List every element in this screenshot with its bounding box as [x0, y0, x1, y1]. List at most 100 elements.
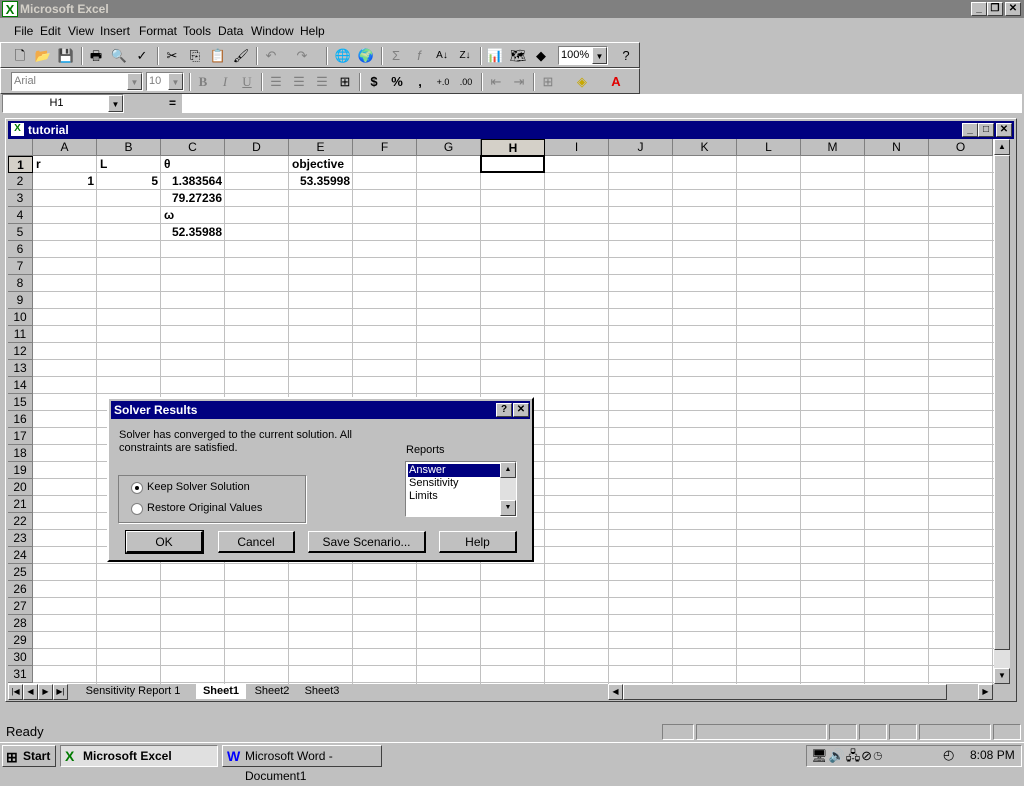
- row-header-4[interactable]: 4: [8, 207, 33, 224]
- keep-solution-radio[interactable]: [131, 482, 143, 494]
- cell-c2[interactable]: 1.383564: [164, 173, 222, 190]
- column-header-n[interactable]: N: [865, 139, 929, 156]
- row-header-2[interactable]: 2: [8, 173, 33, 190]
- row-header-28[interactable]: 28: [8, 615, 33, 632]
- web-toolbar-icon[interactable]: 🌍: [355, 46, 377, 66]
- list-scrollbar[interactable]: ▲ ▼: [500, 462, 516, 516]
- row-header-3[interactable]: 3: [8, 190, 33, 207]
- autosum-icon[interactable]: Σ: [385, 46, 407, 66]
- menu-format[interactable]: Format: [136, 23, 180, 39]
- column-header-b[interactable]: B: [97, 139, 161, 156]
- menu-data[interactable]: Data: [215, 23, 246, 39]
- row-header-26[interactable]: 26: [8, 581, 33, 598]
- copy-icon[interactable]: ⎘: [184, 46, 206, 66]
- list-scroll-up-icon[interactable]: ▲: [500, 462, 516, 478]
- column-header-j[interactable]: J: [609, 139, 673, 156]
- column-header-o[interactable]: O: [929, 139, 993, 156]
- select-all-corner[interactable]: [8, 139, 33, 156]
- format-painter-icon[interactable]: 🖌: [230, 46, 252, 66]
- column-header-m[interactable]: M: [801, 139, 865, 156]
- tab-sheet3[interactable]: Sheet3: [300, 684, 344, 699]
- menu-file[interactable]: File: [11, 23, 36, 39]
- currency-button[interactable]: $: [363, 72, 385, 92]
- menu-tools[interactable]: Tools: [180, 23, 214, 39]
- row-header-12[interactable]: 12: [8, 343, 33, 360]
- row-header-29[interactable]: 29: [8, 632, 33, 649]
- restore-values-radio[interactable]: [131, 503, 143, 515]
- column-header-i[interactable]: I: [545, 139, 609, 156]
- row-header-15[interactable]: 15: [8, 394, 33, 411]
- cell-c3[interactable]: 79.27236: [164, 190, 222, 207]
- row-header-20[interactable]: 20: [8, 479, 33, 496]
- column-header-h[interactable]: H: [481, 139, 545, 156]
- percent-button[interactable]: %: [386, 72, 408, 92]
- active-cell-selection[interactable]: [480, 155, 545, 173]
- row-header-31[interactable]: 31: [8, 666, 33, 683]
- row-header-1[interactable]: 1: [8, 156, 33, 173]
- cell-c1[interactable]: θ: [164, 156, 222, 173]
- row-header-13[interactable]: 13: [8, 360, 33, 377]
- align-center-icon[interactable]: ☰: [288, 72, 310, 92]
- redo-icon[interactable]: ↷: [291, 46, 313, 66]
- help-icon[interactable]: ?: [496, 403, 512, 417]
- increase-indent-icon[interactable]: ⇥: [508, 72, 530, 92]
- drawing-icon[interactable]: ◆: [530, 46, 552, 66]
- scroll-right-icon[interactable]: ▶: [978, 684, 993, 700]
- restore-button[interactable]: ❐: [987, 2, 1003, 16]
- row-header-30[interactable]: 30: [8, 649, 33, 666]
- column-header-g[interactable]: G: [417, 139, 481, 156]
- tab-sheet2[interactable]: Sheet2: [250, 684, 294, 699]
- sort-descending-icon[interactable]: Z↓: [454, 46, 476, 66]
- open-icon[interactable]: 📂: [32, 46, 54, 66]
- print-preview-icon[interactable]: 🔍: [108, 46, 130, 66]
- new-icon[interactable]: 🗋: [9, 46, 31, 66]
- row-header-24[interactable]: 24: [8, 547, 33, 564]
- font-size-select[interactable]: 10 ▼: [146, 72, 184, 91]
- start-button[interactable]: ⊞ Start: [2, 745, 56, 767]
- zoom-select[interactable]: 100% ▼: [558, 46, 608, 65]
- column-header-e[interactable]: E: [289, 139, 353, 156]
- horizontal-scroll-thumb[interactable]: [623, 684, 947, 700]
- row-header-7[interactable]: 7: [8, 258, 33, 275]
- font-select[interactable]: Arial ▼: [11, 72, 143, 91]
- sort-ascending-icon[interactable]: A↓: [431, 46, 453, 66]
- cancel-button[interactable]: Cancel: [218, 531, 295, 553]
- merge-center-icon[interactable]: ⊞: [334, 72, 356, 92]
- font-color-icon[interactable]: A: [605, 72, 627, 92]
- row-header-8[interactable]: 8: [8, 275, 33, 292]
- print-icon[interactable]: 🖶: [85, 46, 107, 66]
- menu-help[interactable]: Help: [297, 23, 328, 39]
- italic-button[interactable]: I: [214, 72, 236, 92]
- next-sheet-icon[interactable]: ▶: [38, 684, 53, 700]
- column-header-c[interactable]: C: [161, 139, 225, 156]
- column-header-a[interactable]: A: [33, 139, 97, 156]
- restore-values-label[interactable]: Restore Original Values: [147, 502, 262, 514]
- menu-insert[interactable]: Insert: [97, 23, 133, 39]
- tab-sheet1[interactable]: Sheet1: [196, 684, 246, 699]
- comma-button[interactable]: ,: [409, 72, 431, 92]
- increase-decimal-icon[interactable]: +.0: [432, 72, 454, 92]
- cell-c5[interactable]: 52.35988: [164, 224, 222, 241]
- align-right-icon[interactable]: ☰: [311, 72, 333, 92]
- scroll-left-icon[interactable]: ◀: [608, 684, 623, 700]
- ok-button[interactable]: OK: [125, 530, 204, 554]
- decrease-indent-icon[interactable]: ⇤: [485, 72, 507, 92]
- prev-sheet-icon[interactable]: ◀: [23, 684, 38, 700]
- name-box[interactable]: H1 ▼: [2, 94, 124, 113]
- save-scenario-button[interactable]: Save Scenario...: [308, 531, 426, 553]
- align-left-icon[interactable]: ☰: [265, 72, 287, 92]
- row-header-22[interactable]: 22: [8, 513, 33, 530]
- row-header-23[interactable]: 23: [8, 530, 33, 547]
- first-sheet-icon[interactable]: |◀: [8, 684, 23, 700]
- column-header-k[interactable]: K: [673, 139, 737, 156]
- row-header-11[interactable]: 11: [8, 326, 33, 343]
- row-header-16[interactable]: 16: [8, 411, 33, 428]
- help-button[interactable]: Help: [439, 531, 517, 553]
- scroll-up-icon[interactable]: ▲: [994, 139, 1010, 155]
- workbook-maximize-button[interactable]: □: [978, 123, 994, 137]
- row-header-9[interactable]: 9: [8, 292, 33, 309]
- row-header-27[interactable]: 27: [8, 598, 33, 615]
- reports-listbox[interactable]: Answer Sensitivity Limits ▲ ▼: [405, 461, 517, 517]
- menu-view[interactable]: View: [65, 23, 97, 39]
- row-header-25[interactable]: 25: [8, 564, 33, 581]
